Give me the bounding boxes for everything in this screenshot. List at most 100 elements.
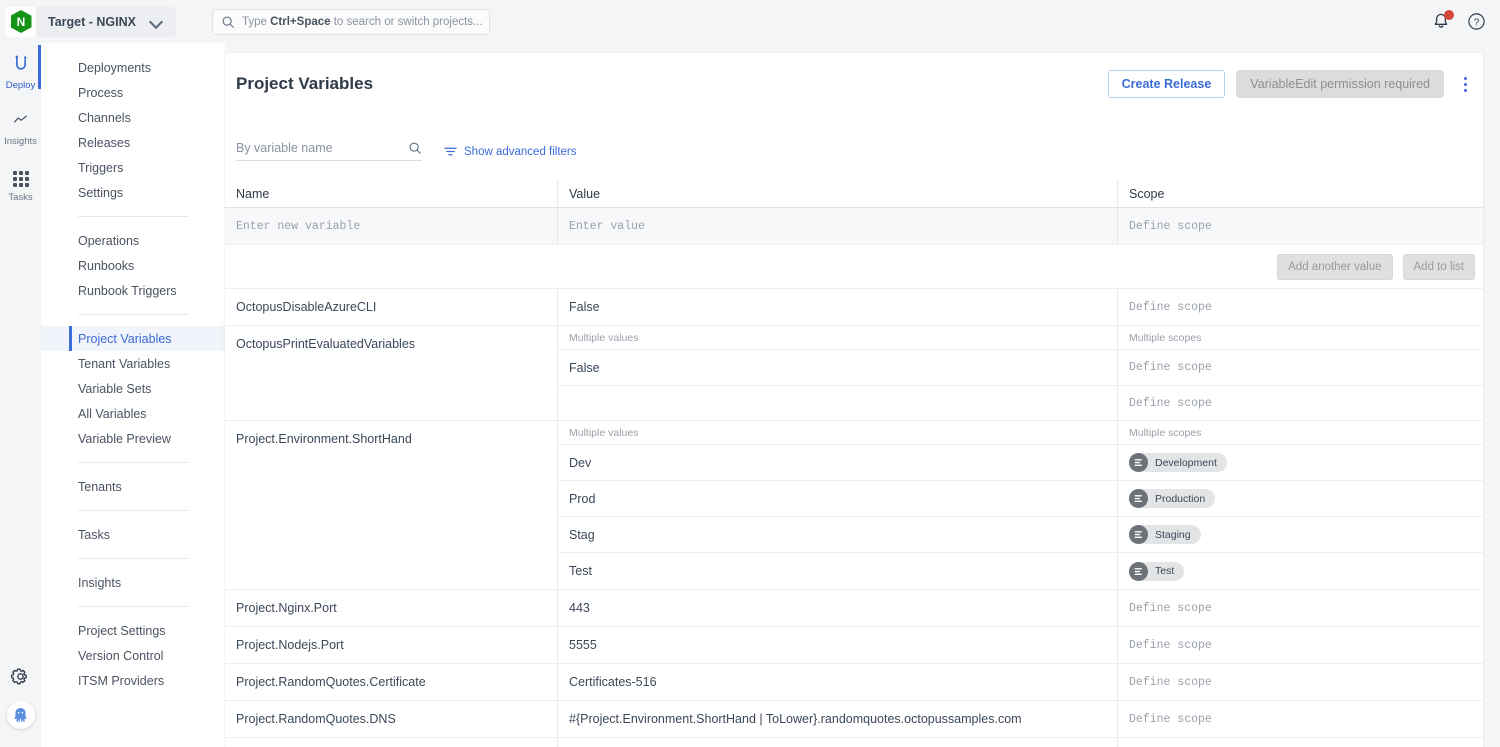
variable-name-cell[interactable]: Project.Nginx.Port bbox=[225, 590, 557, 626]
sidebar-item-channels[interactable]: Channels bbox=[41, 105, 225, 130]
table-row[interactable]: Project.RandomQuotes.DNS#{Project.Enviro… bbox=[225, 701, 1483, 738]
variable-name-cell[interactable]: OctopusDisableAzureCLI bbox=[225, 289, 557, 325]
multiple-values-text: Multiple values bbox=[569, 332, 638, 344]
sidebar-item-insights[interactable]: Insights bbox=[41, 570, 225, 595]
variable-entry-row[interactable]: Prod Production bbox=[557, 481, 1483, 517]
variable-entry-row[interactable]: Test Test bbox=[557, 553, 1483, 589]
multiple-values-label: Multiple values bbox=[557, 421, 1117, 444]
sidebar-item-label: Variable Sets bbox=[78, 382, 151, 396]
variable-name-cell[interactable]: Project.RandomQuotes.Certificate bbox=[225, 664, 557, 700]
sidebar-item-runbook-triggers[interactable]: Runbook Triggers bbox=[41, 278, 225, 303]
variable-value-cell[interactable]: https://#{Project.RandomQuotes.DNS}/ bbox=[557, 738, 1117, 747]
scope-badge[interactable]: Development bbox=[1129, 453, 1227, 472]
variable-scope-cell[interactable]: Define scope bbox=[1117, 590, 1483, 626]
variable-name-cell[interactable]: Project.Environment.ShortHand bbox=[225, 421, 557, 589]
variable-value-cell[interactable]: Dev bbox=[557, 445, 1117, 480]
sidebar-item-tasks[interactable]: Tasks bbox=[41, 522, 225, 547]
variable-scope-cell[interactable]: Define scope bbox=[1117, 386, 1483, 420]
sidebar-item-releases[interactable]: Releases bbox=[41, 130, 225, 155]
nginx-logo-letter: N bbox=[11, 10, 32, 33]
variable-scope-cell[interactable]: Define scope bbox=[1117, 627, 1483, 663]
variable-scope-cell[interactable]: Define scope bbox=[1117, 350, 1483, 385]
define-scope-placeholder: Define scope bbox=[1129, 713, 1212, 726]
scope-badge[interactable]: Production bbox=[1129, 489, 1215, 508]
variable-value-cell[interactable]: 5555 bbox=[557, 627, 1117, 663]
sidebar-item-tenants[interactable]: Tenants bbox=[41, 474, 225, 499]
variable-value-cell[interactable]: 443 bbox=[557, 590, 1117, 626]
sidebar-item-deployments[interactable]: Deployments bbox=[41, 55, 225, 80]
new-variable-row[interactable]: Enter new variable Enter value Define sc… bbox=[225, 208, 1483, 245]
variable-value-cell[interactable]: Test bbox=[557, 553, 1117, 589]
variable-name-cell[interactable]: Project.Nodejs.Port bbox=[225, 627, 557, 663]
scope-badge[interactable]: Test bbox=[1129, 562, 1184, 581]
variable-name-cell[interactable]: Project.RandomQuotes.DNS bbox=[225, 701, 557, 737]
variable-scope-cell[interactable]: Development bbox=[1117, 445, 1483, 480]
table-row[interactable]: Project.RandomQuotes.CertificateCertific… bbox=[225, 664, 1483, 701]
variable-value-cell[interactable]: Prod bbox=[557, 481, 1117, 516]
configuration-button[interactable] bbox=[11, 657, 30, 701]
variable-scope-cell[interactable]: Production bbox=[1117, 481, 1483, 516]
variable-entry-row[interactable]: Stag Staging bbox=[557, 517, 1483, 553]
create-release-button[interactable]: Create Release bbox=[1108, 70, 1226, 98]
help-icon[interactable]: ? bbox=[1467, 12, 1486, 31]
sidebar-item-project-settings[interactable]: Project Settings bbox=[41, 618, 225, 643]
variable-scope-cell[interactable]: Define scope bbox=[1117, 738, 1483, 747]
sidebar-item-all-variables[interactable]: All Variables bbox=[41, 401, 225, 426]
variable-scope-cell[interactable]: Define scope bbox=[1117, 664, 1483, 700]
variable-value-cell[interactable]: Certificates-516 bbox=[557, 664, 1117, 700]
sidebar-item-label: Runbooks bbox=[78, 259, 134, 273]
sidebar-item-itsm-providers[interactable]: ITSM Providers bbox=[41, 668, 225, 693]
rail-item-deploy[interactable]: Deploy bbox=[0, 43, 41, 97]
variable-entry-row[interactable]: Define scope bbox=[557, 386, 1483, 420]
variable-value-cell[interactable]: False bbox=[557, 350, 1117, 385]
table-row[interactable]: Project.Nginx.Port443Define scope bbox=[225, 590, 1483, 627]
table-row[interactable]: Project.RandomQuotesUrlhttps://#{Project… bbox=[225, 738, 1483, 747]
variable-name-filter-input[interactable]: By variable name bbox=[236, 141, 422, 161]
sidebar-item-version-control[interactable]: Version Control bbox=[41, 643, 225, 668]
sidebar-item-label: Variable Preview bbox=[78, 432, 171, 446]
global-search-input[interactable]: Type Ctrl+Space to search or switch proj… bbox=[212, 9, 490, 35]
sidebar-item-variable-preview[interactable]: Variable Preview bbox=[41, 426, 225, 451]
sidebar-item-variable-sets[interactable]: Variable Sets bbox=[41, 376, 225, 401]
table-row[interactable]: OctopusDisableAzureCLIFalseDefine scope bbox=[225, 289, 1483, 326]
octopus-logo-button[interactable] bbox=[7, 701, 35, 729]
sidebar-item-operations[interactable]: Operations bbox=[41, 228, 225, 253]
variable-entry-row[interactable]: FalseDefine scope bbox=[557, 350, 1483, 386]
variable-entry-row[interactable]: Dev Development bbox=[557, 445, 1483, 481]
new-variable-value-input[interactable]: Enter value bbox=[557, 208, 1117, 244]
show-advanced-filters-link[interactable]: Show advanced filters bbox=[444, 145, 577, 158]
table-row[interactable]: Project.Environment.ShortHandMultiple va… bbox=[225, 421, 1483, 590]
scope-badge[interactable]: Staging bbox=[1129, 525, 1201, 544]
sidebar-item-process[interactable]: Process bbox=[41, 80, 225, 105]
variable-scope-cell[interactable]: Define scope bbox=[1117, 289, 1483, 325]
variable-value-cell[interactable]: #{Project.Environment.ShortHand | ToLowe… bbox=[557, 701, 1117, 737]
variable-value-cell[interactable] bbox=[557, 386, 1117, 420]
project-selector[interactable]: N Target - NGINX bbox=[6, 7, 176, 37]
variable-name-cell[interactable]: Project.RandomQuotesUrl bbox=[225, 738, 557, 747]
sidebar-item-label: Runbook Triggers bbox=[78, 284, 177, 298]
variable-scope-cell[interactable]: Staging bbox=[1117, 517, 1483, 552]
variable-name-cell[interactable]: OctopusPrintEvaluatedVariables bbox=[225, 326, 557, 420]
new-variable-actions: Add another value Add to list bbox=[225, 245, 1483, 289]
notifications-button[interactable] bbox=[1431, 12, 1451, 32]
sidebar-item-project-variables[interactable]: Project Variables bbox=[41, 326, 225, 351]
rail-item-insights[interactable]: Insights bbox=[0, 97, 41, 153]
table-row[interactable]: Project.Nodejs.Port5555Define scope bbox=[225, 627, 1483, 664]
new-variable-name-placeholder: Enter new variable bbox=[236, 220, 360, 233]
variable-scope-cell[interactable]: Define scope bbox=[1117, 701, 1483, 737]
search-icon bbox=[408, 141, 422, 155]
variable-value-cell[interactable]: False bbox=[557, 289, 1117, 325]
new-variable-scope-input[interactable]: Define scope bbox=[1117, 208, 1483, 244]
kebab-menu-icon[interactable] bbox=[1455, 70, 1475, 98]
sidebar-item-label: Operations bbox=[78, 234, 139, 248]
table-row[interactable]: OctopusPrintEvaluatedVariables Multiple v… bbox=[225, 326, 1483, 421]
variable-scope-cell[interactable]: Test bbox=[1117, 553, 1483, 589]
chevron-down-icon bbox=[150, 15, 164, 29]
sidebar-item-settings[interactable]: Settings bbox=[41, 180, 225, 205]
sidebar-item-triggers[interactable]: Triggers bbox=[41, 155, 225, 180]
sidebar-item-tenant-variables[interactable]: Tenant Variables bbox=[41, 351, 225, 376]
sidebar-item-runbooks[interactable]: Runbooks bbox=[41, 253, 225, 278]
new-variable-name-input[interactable]: Enter new variable bbox=[225, 208, 557, 244]
rail-item-tasks[interactable]: Tasks bbox=[0, 153, 41, 209]
variable-value-cell[interactable]: Stag bbox=[557, 517, 1117, 552]
